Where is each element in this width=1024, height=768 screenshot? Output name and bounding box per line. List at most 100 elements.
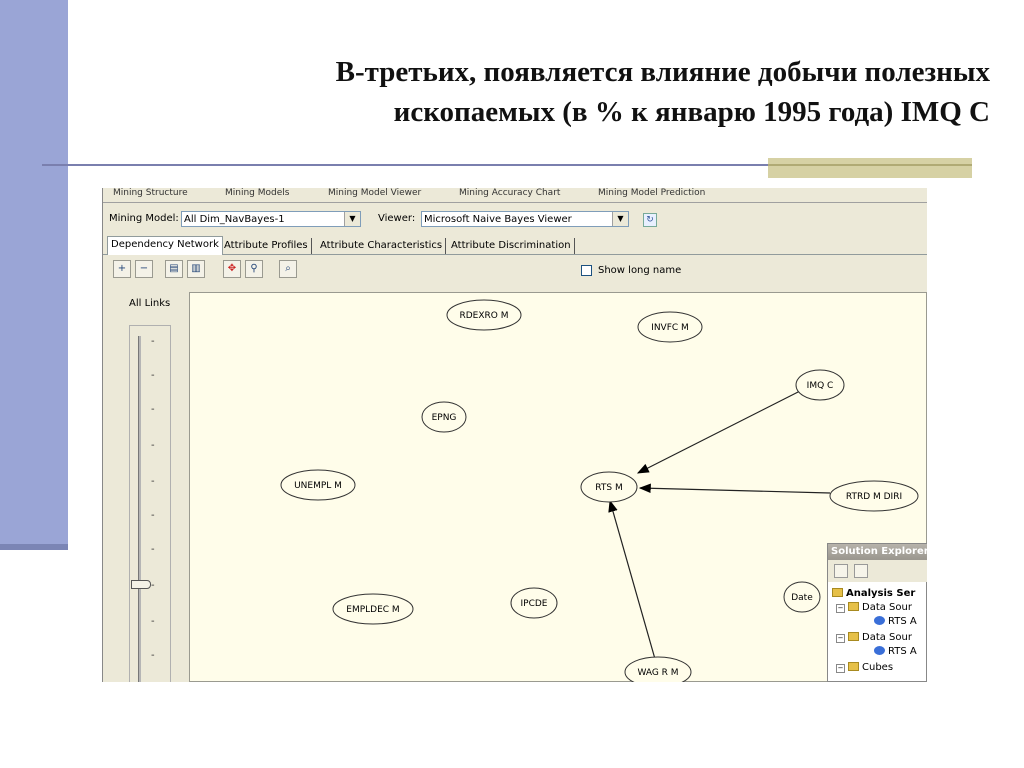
find-node-icon[interactable]: ⌕ [279,260,297,278]
solution-item-label: Data Sour [862,632,912,643]
slider-tick: - [151,336,155,347]
mining-viewer-screenshot: Mining Structure Mining Models Mining Mo… [102,188,927,682]
svg-text:IMQ C: IMQ C [807,381,834,391]
tab-dependency-network[interactable]: Dependency Network [107,236,223,255]
slide-title-line-1: В-третьих, появляется влияние добычи пол… [335,56,990,88]
slider-tick: - [151,510,155,521]
node-empldec-m[interactable]: EMPLDEC M [332,593,414,625]
slide-left-bar [0,0,68,548]
tab-mining-model-viewer[interactable]: Mining Model Viewer [328,188,448,200]
viewer-value: Microsoft Naive Bayes Viewer [424,214,572,225]
dependency-network-graph: RDEXRO M INVFC M IMQ C EPNG UNEMPL M RTS… [280,299,919,682]
svg-text:EPNG: EPNG [432,413,457,423]
collapse-icon[interactable]: − [836,634,845,643]
links-slider-track[interactable] [138,336,141,682]
network-toolbar: + − ▤ ▥ ✥ ⚲ ⌕ [103,258,927,282]
viewer-toolbar: Mining Model: All Dim_NavBayes-1 ▼ Viewe… [103,208,927,232]
refresh-icon[interactable]: ↻ [643,213,657,227]
svg-text:Date: Date [791,593,813,603]
node-rtrd-m-diri[interactable]: RTRD M DIRI [829,480,919,512]
node-date[interactable]: Date [783,581,821,613]
svg-text:UNEMPL M: UNEMPL M [294,481,342,491]
tab-mining-model-prediction[interactable]: Mining Model Prediction [598,188,748,200]
slider-tick: - [151,650,155,661]
links-slider-thumb[interactable] [131,580,151,589]
viewer-tabs: Dependency Network Attribute Profiles At… [103,236,927,255]
solution-item-project[interactable]: Analysis Ser [832,588,915,600]
slide-title-line-2: ископаемых (в % к январю 1995 года) IMQ … [393,96,990,128]
solution-explorer-panel: Solution Explorer Analysis Ser − Data Sou… [827,543,927,682]
solution-explorer-toolbar [828,560,927,582]
select-all-icon[interactable]: ⚲ [245,260,263,278]
viewer-select[interactable]: Microsoft Naive Bayes Viewer ▼ [421,211,629,227]
folder-icon [848,632,859,641]
project-icon [832,588,843,597]
chevron-down-icon[interactable]: ▼ [612,212,628,226]
show-long-name-checkbox[interactable] [581,265,592,276]
slide-divider-accent [768,158,972,178]
node-rts-m[interactable]: RTS M [580,471,638,503]
node-rdexro-m[interactable]: RDEXRO M [446,299,522,331]
chevron-down-icon[interactable]: ▼ [344,212,360,226]
copy-graph-icon[interactable]: ▤ [165,260,183,278]
svg-text:IPCDE: IPCDE [521,599,548,609]
solution-item-label: Data Sour [862,602,912,613]
slide-title: В-третьих, появляется влияние добычи пол… [150,52,990,132]
zoom-in-icon[interactable]: + [113,260,131,278]
solution-item-rts-view[interactable]: RTS A [874,646,917,658]
solution-item-cubes[interactable]: − Cubes [836,662,893,674]
node-unempl-m[interactable]: UNEMPL M [280,469,356,501]
slider-tick: - [151,370,155,381]
slider-tick: - [151,440,155,451]
show-all-files-icon[interactable] [854,564,868,578]
collapse-icon[interactable]: − [836,664,845,673]
show-long-name-label: Show long name [598,265,682,276]
svg-text:EMPLDEC M: EMPLDEC M [346,605,399,615]
properties-icon[interactable] [834,564,848,578]
zoom-out-icon[interactable]: − [135,260,153,278]
solution-explorer-title: Solution Explorer [828,544,927,560]
solution-item-label: RTS A [888,646,917,657]
designer-tabstrip: Mining Structure Mining Models Mining Mo… [103,188,927,203]
links-slider-frame [129,325,171,682]
solution-item-data-source-views[interactable]: − Data Sour [836,632,912,644]
slider-tick: - [151,476,155,487]
slider-tick: - [151,580,155,591]
svg-text:RTS M: RTS M [595,483,622,493]
tab-mining-accuracy-chart[interactable]: Mining Accuracy Chart [459,188,589,200]
data-source-view-icon [874,646,885,655]
dependency-network-canvas[interactable]: RDEXRO M INVFC M IMQ C EPNG UNEMPL M RTS… [189,292,927,682]
mining-model-value: All Dim_NavBayes-1 [184,214,285,225]
node-epng[interactable]: EPNG [421,401,467,433]
tab-attribute-characteristics[interactable]: Attribute Characteristics [317,238,447,254]
data-source-icon [874,616,885,625]
node-invfc-m[interactable]: INVFC M [637,311,703,343]
collapse-icon[interactable]: − [836,604,845,613]
tab-attribute-profiles[interactable]: Attribute Profiles [221,238,312,254]
solution-item-label: Cubes [862,662,894,673]
slider-tick: - [151,616,155,627]
edge-rtrd-rtsm [638,483,831,494]
solution-item-label: Analysis Ser [846,588,916,599]
node-wag-r-m[interactable]: WAG R M [624,656,692,682]
solution-item-rts-source[interactable]: RTS A [874,616,917,628]
slider-tick: - [151,544,155,555]
tab-attribute-discrimination[interactable]: Attribute Discrimination [448,238,575,254]
edge-imqc-rtsm [636,388,805,474]
copy-view-icon[interactable]: ▥ [187,260,205,278]
fit-to-window-icon[interactable]: ✥ [223,260,241,278]
svg-text:INVFC M: INVFC M [651,323,689,333]
solution-item-data-sources[interactable]: − Data Sour [836,602,912,614]
svg-text:RDEXRO M: RDEXRO M [460,311,509,321]
folder-icon [848,602,859,611]
svg-text:WAG R M: WAG R M [637,668,678,678]
tab-mining-structure[interactable]: Mining Structure [113,188,218,200]
svg-text:RTRD M DIRI: RTRD M DIRI [846,492,902,502]
tab-mining-models[interactable]: Mining Models [225,188,320,200]
node-ipcde[interactable]: IPCDE [510,587,558,619]
mining-model-select[interactable]: All Dim_NavBayes-1 ▼ [181,211,361,227]
viewer-label: Viewer: [378,213,416,224]
edge-wagr-rtsm [608,499,656,660]
solution-item-label: RTS A [888,616,917,627]
node-imq-c[interactable]: IMQ C [795,369,845,401]
